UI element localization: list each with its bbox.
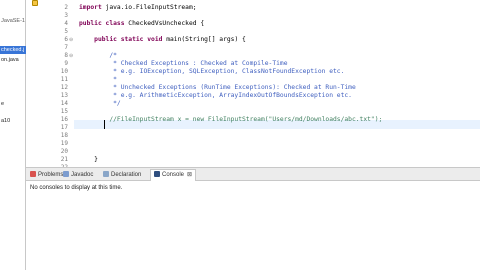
line-number: 13 bbox=[60, 92, 68, 99]
comment: /* bbox=[79, 52, 117, 59]
code-line: * e.g. ArithmeticException, ArrayIndexOu… bbox=[79, 92, 352, 100]
line-number: 2 bbox=[64, 4, 68, 11]
tab-label: Console bbox=[162, 172, 185, 178]
tab-declaration[interactable]: Declaration bbox=[103, 170, 141, 180]
comment: * Unchecked Exceptions (RunTime Exceptio… bbox=[79, 84, 356, 91]
tab-label: Javadoc bbox=[71, 172, 94, 178]
keyword: static bbox=[120, 36, 144, 43]
code-line: public class CheckedVsUnchecked { bbox=[79, 20, 204, 28]
line-number: 5 bbox=[64, 28, 68, 35]
code-line: */ bbox=[79, 100, 121, 108]
code-token: } bbox=[79, 156, 98, 163]
view-tab-bar: Problems Javadoc Declaration Console ⊠ bbox=[26, 168, 480, 181]
comment: * bbox=[79, 76, 117, 83]
line-number: 6 bbox=[64, 36, 68, 43]
close-icon[interactable]: ⊠ bbox=[187, 172, 192, 178]
line-number: 8 bbox=[64, 52, 68, 59]
keyword: import bbox=[79, 4, 102, 11]
line-number: 4 bbox=[64, 20, 68, 27]
code-line: //FileInputStream x = new FileInputStrea… bbox=[79, 116, 382, 124]
line-number: 19 bbox=[60, 140, 68, 147]
line-number: 15 bbox=[60, 108, 68, 115]
line-number: 17 bbox=[60, 124, 68, 131]
comment: * e.g. ArithmeticException, ArrayIndexOu… bbox=[79, 92, 352, 99]
explorer-item[interactable]: a10 bbox=[0, 117, 26, 125]
code-line: * Unchecked Exceptions (RunTime Exceptio… bbox=[79, 84, 356, 92]
code-token: CheckedVsUnchecked { bbox=[124, 20, 205, 27]
problems-icon bbox=[30, 171, 36, 177]
code-line: /* bbox=[79, 52, 117, 60]
console-icon bbox=[154, 171, 160, 177]
line-number: 21 bbox=[60, 156, 68, 163]
keyword: void bbox=[147, 36, 163, 43]
line-number: 14 bbox=[60, 100, 68, 107]
line-number: 20 bbox=[60, 148, 68, 155]
console-view: Problems Javadoc Declaration Console ⊠ No… bbox=[26, 167, 480, 270]
line-number: 7 bbox=[64, 44, 68, 51]
code-line: import java.io.FileInputStream; bbox=[79, 4, 197, 12]
tab-console[interactable]: Console ⊠ bbox=[150, 169, 197, 181]
fold-toggle-icon[interactable]: ⊖ bbox=[69, 36, 73, 44]
explorer-item-java-file[interactable]: on.java bbox=[0, 56, 26, 64]
comment: * e.g. IOException, SQLException, ClassN… bbox=[79, 68, 345, 75]
explorer-item[interactable]: e bbox=[0, 100, 26, 108]
code-line: public static void main(String[] args) { bbox=[79, 36, 246, 44]
line-number: 12 bbox=[60, 84, 68, 91]
explorer-item-jre[interactable]: JavaSE-1 bbox=[0, 17, 26, 25]
line-number: 3 bbox=[64, 12, 68, 19]
keyword: public bbox=[79, 20, 102, 27]
code-line: * e.g. IOException, SQLException, ClassN… bbox=[79, 68, 344, 76]
code-line: } bbox=[79, 156, 98, 164]
package-explorer: JavaSE-1 checked.j on.java e a10 bbox=[0, 0, 26, 270]
comment: */ bbox=[79, 100, 121, 107]
keyword: class bbox=[105, 20, 125, 27]
javadoc-icon bbox=[63, 171, 69, 177]
line-number: 16 bbox=[60, 116, 68, 123]
line-number: 11 bbox=[60, 76, 68, 83]
code-line: * Checked Exceptions : Checked at Compil… bbox=[79, 60, 288, 68]
keyword: public bbox=[94, 36, 117, 43]
tab-label: Problems bbox=[38, 172, 64, 178]
tab-problems[interactable]: Problems bbox=[30, 170, 63, 180]
code-editor[interactable]: 23456⊖78⊖9101112131415161718192021222324… bbox=[26, 0, 480, 187]
comment: * Checked Exceptions : Checked at Compil… bbox=[79, 60, 288, 67]
line-number: 18 bbox=[60, 132, 68, 139]
line-number: 10 bbox=[60, 68, 68, 75]
code-token: java.io.FileInputStream; bbox=[101, 4, 197, 11]
comment: //FileInputStream x = new FileInputStrea… bbox=[79, 116, 383, 123]
console-message: No consoles to display at this time. bbox=[30, 185, 123, 191]
line-number-gutter: 23456⊖78⊖9101112131415161718192021222324 bbox=[26, 0, 74, 187]
text-caret bbox=[104, 120, 105, 129]
fold-toggle-icon[interactable]: ⊖ bbox=[69, 52, 73, 60]
explorer-item-selected-file[interactable]: checked.j bbox=[0, 46, 26, 54]
code-token: main(String[] args) { bbox=[162, 36, 246, 43]
tab-javadoc[interactable]: Javadoc bbox=[63, 170, 93, 180]
code-line: * bbox=[79, 76, 117, 84]
line-number: 9 bbox=[64, 60, 68, 67]
declaration-icon bbox=[103, 171, 109, 177]
tab-label: Declaration bbox=[111, 172, 142, 178]
